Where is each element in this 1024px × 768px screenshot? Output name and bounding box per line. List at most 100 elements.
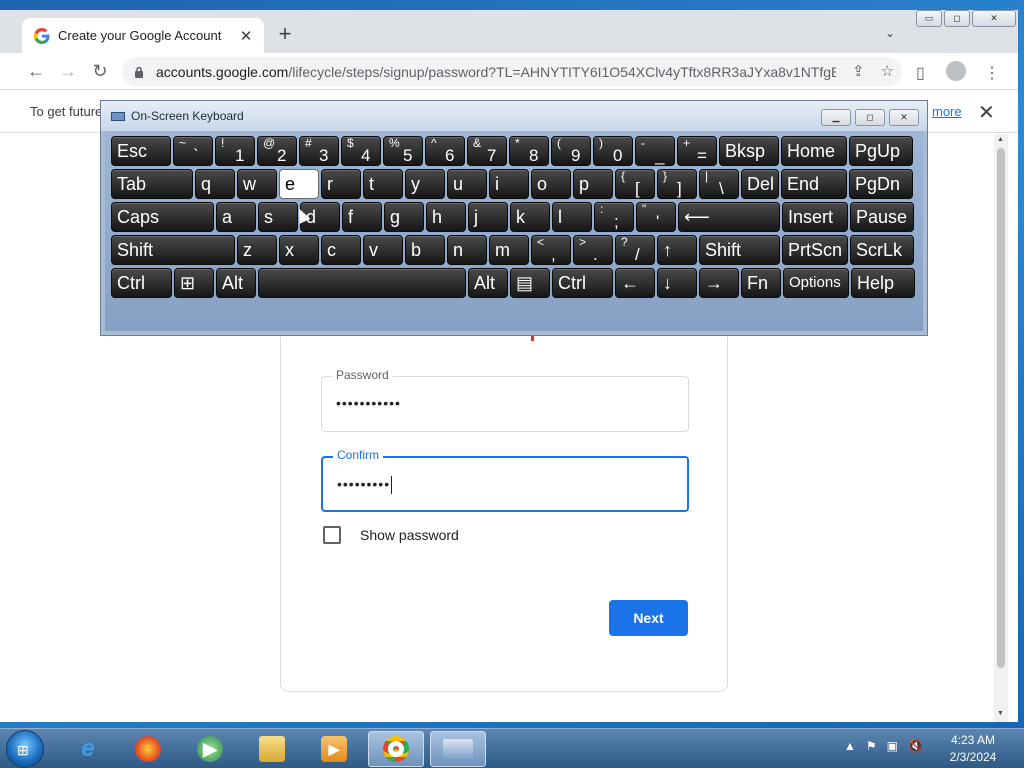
osk-key-insert[interactable]: Insert (782, 202, 848, 232)
volume-muted-icon[interactable]: 🔇 (908, 739, 923, 753)
taskbar-explorer[interactable] (244, 731, 300, 767)
minimize-button[interactable]: ▭ (916, 10, 942, 27)
osk-key-bksp[interactable]: Bksp (719, 136, 779, 166)
osk-key-options[interactable]: Options (783, 268, 849, 298)
osk-key-shift[interactable]: Shift (111, 235, 235, 265)
osk-key-end[interactable]: End (781, 169, 847, 199)
osk-key-▤[interactable]: ▤ (510, 268, 550, 298)
osk-key-a[interactable]: a (216, 202, 256, 232)
confirm-password-field[interactable]: Confirm ••••••••• (321, 448, 689, 512)
osk-key-symbol[interactable]: & 7 (467, 136, 507, 166)
osk-key-s[interactable]: s (258, 202, 298, 232)
start-button[interactable]: ⊞ (6, 730, 44, 768)
reload-icon[interactable]: ↻ (90, 61, 110, 81)
osk-key-symbol[interactable]: >. (573, 235, 613, 265)
tab-close-icon[interactable]: ✕ (238, 27, 254, 45)
osk-key-caps[interactable]: Caps (111, 202, 214, 232)
osk-key-z[interactable]: z (237, 235, 277, 265)
osk-key-tab[interactable]: Tab (111, 169, 193, 199)
osk-key-scrlk[interactable]: ScrLk (850, 235, 914, 265)
osk-key-f[interactable]: f (342, 202, 382, 232)
address-bar[interactable]: accounts.google.com/lifecycle/steps/sign… (122, 57, 902, 86)
osk-key-symbol[interactable]: - _ (635, 136, 675, 166)
osk-key-t[interactable]: t (363, 169, 403, 199)
osk-key-k[interactable]: k (510, 202, 550, 232)
page-scrollbar[interactable]: ▲ ▼ (994, 134, 1008, 722)
osk-key-m[interactable]: m (489, 235, 529, 265)
osk-key-e[interactable]: e (279, 169, 319, 199)
osk-key-esc[interactable]: Esc (111, 136, 171, 166)
tab-search-chevron-icon[interactable]: ⌄ (885, 26, 895, 40)
osk-key-⊞[interactable]: ⊞ (174, 268, 214, 298)
osk-key-i[interactable]: i (489, 169, 529, 199)
show-hidden-icons-icon[interactable]: ▲ (844, 739, 856, 753)
password-field[interactable]: Password ••••••••••• (321, 368, 689, 432)
system-clock[interactable]: 4:23 AM 2/3/2024 (946, 732, 1000, 766)
osk-key-symbol[interactable]: ^ 6 (425, 136, 465, 166)
osk-key-ctrl[interactable]: Ctrl (552, 268, 613, 298)
profile-avatar-icon[interactable] (946, 61, 966, 81)
osk-key-v[interactable]: v (363, 235, 403, 265)
osk-key-pause[interactable]: Pause (850, 202, 914, 232)
osk-key-symbol[interactable]: + = (677, 136, 717, 166)
menu-kebab-icon[interactable]: ⋮ (984, 63, 1000, 83)
osk-key-symbol[interactable]: | \ (699, 169, 739, 199)
osk-key-shift[interactable]: Shift (699, 235, 780, 265)
osk-key-symbol[interactable]: ) 0 (593, 136, 633, 166)
osk-key-symbol[interactable]: @2 (257, 136, 297, 166)
osk-key-↓[interactable]: ↓ (657, 268, 697, 298)
show-password-label[interactable]: Show password (360, 527, 459, 543)
taskbar-internet-explorer[interactable]: e (60, 731, 116, 767)
osk-key-symbol[interactable]: $4 (341, 136, 381, 166)
osk-key-space[interactable] (258, 268, 466, 298)
osk-key-symbol[interactable]: (9 (551, 136, 591, 166)
close-window-button[interactable]: ✕ (972, 10, 1016, 27)
maximize-button[interactable]: ◻ (944, 10, 970, 27)
back-arrow-icon[interactable]: ← (26, 61, 46, 81)
osk-key-⟵[interactable]: ⟵ (678, 202, 780, 232)
osk-key-del[interactable]: Del (741, 169, 779, 199)
osk-key-g[interactable]: g (384, 202, 424, 232)
osk-key-symbol[interactable]: ! 1 (215, 136, 255, 166)
next-button[interactable]: Next (609, 600, 688, 636)
osk-key-o[interactable]: o (531, 169, 571, 199)
info-bar-learn-more-link[interactable]: more (932, 104, 962, 119)
osk-key-help[interactable]: Help (851, 268, 915, 298)
bookmark-star-icon[interactable]: ☆ (881, 62, 894, 80)
taskbar-firefox[interactable] (120, 731, 176, 767)
taskbar-on-screen-keyboard[interactable] (430, 731, 486, 767)
osk-key-j[interactable]: j (468, 202, 508, 232)
osk-key-u[interactable]: u (447, 169, 487, 199)
osk-title-bar[interactable]: On-Screen Keyboard ▁ ◻ ✕ (101, 101, 927, 131)
network-icon[interactable]: ▣ (887, 739, 898, 753)
osk-key-p[interactable]: p (573, 169, 613, 199)
side-panel-icon[interactable]: ▯ (916, 63, 925, 83)
osk-minimize-button[interactable]: ▁ (821, 109, 851, 126)
scroll-up-arrow-icon[interactable]: ▲ (997, 136, 1004, 143)
osk-key-→[interactable]: → (699, 268, 739, 298)
tab-create-account[interactable]: Create your Google Account ✕ (22, 18, 264, 53)
share-icon[interactable]: ⇪ (852, 62, 865, 80)
osk-key-symbol[interactable]: #3 (299, 136, 339, 166)
osk-key-symbol[interactable]: ? / (615, 235, 655, 265)
osk-key-ctrl[interactable]: Ctrl (111, 268, 172, 298)
scroll-down-arrow-icon[interactable]: ▼ (997, 710, 1004, 717)
taskbar-media-app[interactable]: ▶ (182, 731, 238, 767)
osk-key-symbol[interactable]: {[ (615, 169, 655, 199)
osk-key-x[interactable]: x (279, 235, 319, 265)
osk-key-h[interactable]: h (426, 202, 466, 232)
osk-key-alt[interactable]: Alt (468, 268, 508, 298)
osk-key-w[interactable]: w (237, 169, 277, 199)
osk-key-symbol[interactable]: % 5 (383, 136, 423, 166)
info-bar-close-icon[interactable]: ✕ (978, 100, 995, 125)
osk-key-prtscn[interactable]: PrtScn (782, 235, 848, 265)
osk-key-q[interactable]: q (195, 169, 235, 199)
osk-key-symbol[interactable]: }] (657, 169, 697, 199)
osk-maximize-button[interactable]: ◻ (855, 109, 885, 126)
osk-key-symbol[interactable]: :; (594, 202, 634, 232)
osk-key-alt[interactable]: Alt (216, 268, 256, 298)
osk-key-↑[interactable]: ↑ (657, 235, 697, 265)
osk-key-symbol[interactable]: * 8 (509, 136, 549, 166)
forward-arrow-icon[interactable]: → (58, 61, 78, 81)
taskbar-chrome[interactable] (368, 731, 424, 767)
